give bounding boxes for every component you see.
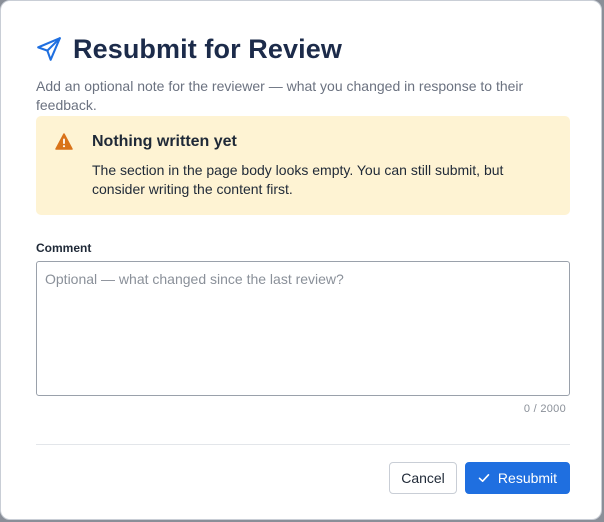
comment-label: Comment: [36, 241, 92, 255]
footer-divider: [36, 444, 570, 445]
resubmit-dialog: Resubmit for Review Add an optional note…: [0, 0, 602, 520]
character-counter: 0 / 2000: [523, 403, 566, 415]
comment-input[interactable]: [36, 261, 570, 396]
check-icon: [478, 472, 490, 484]
warning-title: Nothing written yet: [92, 133, 237, 150]
warning-icon: [55, 133, 73, 150]
dialog-subtitle: Add an optional note for the reviewer — …: [36, 78, 524, 113]
warning-message: The section in the page body looks empty…: [92, 162, 504, 197]
dialog-header: Resubmit for Review: [36, 31, 342, 67]
cancel-button-label: Cancel: [401, 470, 445, 486]
send-icon: [36, 36, 62, 62]
warning-banner: Nothing written yet The section in the p…: [36, 116, 570, 215]
resubmit-button-label: Resubmit: [497, 470, 558, 486]
cancel-button[interactable]: Cancel: [389, 462, 457, 494]
dialog-title: Resubmit for Review: [73, 33, 342, 64]
resubmit-button[interactable]: Resubmit: [465, 462, 570, 494]
